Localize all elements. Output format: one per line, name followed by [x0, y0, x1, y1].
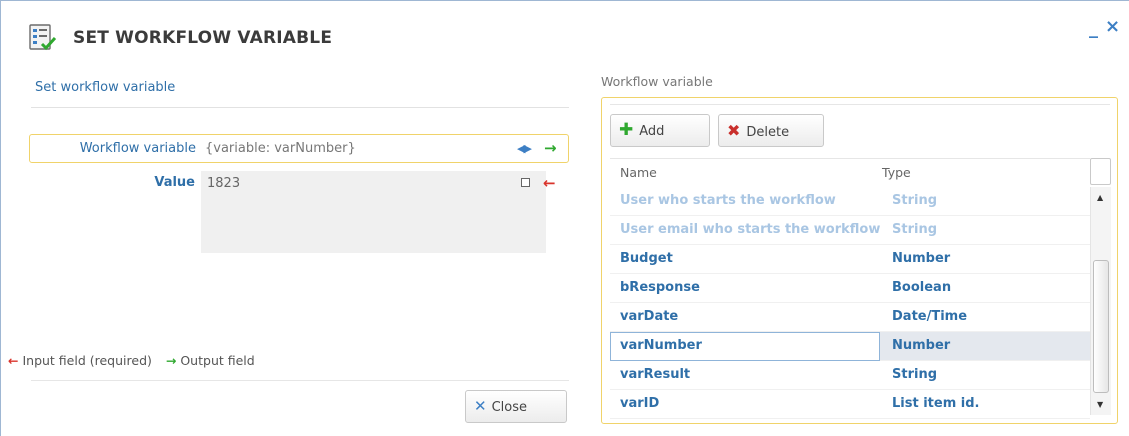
row-type: Number: [892, 251, 951, 266]
close-window-icon[interactable]: ×: [1105, 18, 1120, 36]
value-text: 1823: [207, 176, 241, 191]
value-label: Value: [154, 175, 195, 190]
divider: [610, 104, 1110, 105]
table-row[interactable]: Budget Number: [610, 245, 1090, 274]
workflow-variable-value[interactable]: {variable: varNumber}: [205, 141, 356, 156]
section-heading: Set workflow variable: [35, 80, 176, 95]
field-legend: ← Input field (required) → Output field: [8, 353, 255, 368]
variable-panel-heading: Workflow variable: [601, 74, 713, 89]
row-type: String: [892, 222, 938, 237]
grid-header: Name Type: [610, 158, 1090, 185]
row-type: String: [892, 193, 938, 208]
row-name: varNumber: [620, 338, 702, 353]
input-arrow-icon: ←: [543, 174, 556, 192]
row-name: varID: [620, 396, 660, 411]
green-arrow-right-icon: →: [165, 353, 177, 368]
legend-output-text: Output field: [180, 353, 255, 368]
close-button-label: Close: [491, 400, 527, 415]
plus-icon: ✚: [619, 120, 634, 140]
close-icon: ✕: [474, 397, 487, 415]
row-type: Boolean: [892, 280, 952, 295]
value-checkbox[interactable]: [521, 178, 530, 187]
workflow-variable-row[interactable]: Workflow variable {variable: varNumber} …: [29, 134, 569, 163]
close-button[interactable]: ✕ Close: [465, 390, 567, 423]
variable-list: User who starts the workflow String User…: [610, 187, 1090, 419]
delete-icon: ✖: [727, 121, 741, 140]
workflow-variable-label: Workflow variable: [79, 141, 196, 156]
value-input[interactable]: 1823: [201, 171, 546, 253]
row-type: String: [892, 367, 938, 382]
column-header-type[interactable]: Type: [882, 165, 911, 180]
set-workflow-variable-dialog: SET WORKFLOW VARIABLE _ × Set workflow v…: [0, 0, 1129, 436]
add-button-label: Add: [639, 124, 665, 139]
column-header-name[interactable]: Name: [620, 165, 657, 180]
variable-panel: ✚ Add ✖ Delete Name Type User who starts t…: [601, 97, 1118, 424]
table-row[interactable]: bResponse Boolean: [610, 274, 1090, 303]
row-name: User email who starts the workflow: [620, 222, 881, 237]
row-type: Number: [892, 338, 951, 353]
delete-button-label: Delete: [746, 125, 790, 140]
row-name: User who starts the workflow: [620, 193, 836, 208]
row-type: List item id.: [892, 396, 980, 411]
scroll-down-icon[interactable]: ▼: [1097, 400, 1103, 409]
dialog-title: SET WORKFLOW VARIABLE: [73, 28, 333, 48]
table-row[interactable]: varResult String: [610, 361, 1090, 390]
row-name: varDate: [620, 309, 679, 324]
delete-button[interactable]: ✖ Delete: [718, 114, 824, 147]
table-row[interactable]: varID List item id.: [610, 390, 1090, 419]
add-button[interactable]: ✚ Add: [610, 114, 710, 147]
divider: [31, 107, 569, 108]
grid-header-corner: [1090, 158, 1111, 185]
scroll-up-icon[interactable]: ▲: [1097, 193, 1103, 202]
output-arrow-icon: →: [544, 139, 557, 157]
workflow-form-icon: [29, 24, 57, 51]
table-row[interactable]: User email who starts the workflow Strin…: [610, 216, 1090, 245]
divider: [31, 380, 569, 381]
row-name: Budget: [620, 251, 673, 266]
row-name: bResponse: [620, 280, 700, 295]
row-type: Date/Time: [892, 309, 968, 324]
vertical-scrollbar[interactable]: ▲ ▼: [1090, 187, 1111, 415]
scroll-thumb[interactable]: [1093, 260, 1109, 393]
table-row[interactable]: varDate Date/Time: [610, 303, 1090, 332]
row-name: varResult: [620, 367, 691, 382]
red-arrow-left-icon: ←: [8, 353, 19, 368]
table-row[interactable]: User who starts the workflow String: [610, 187, 1090, 216]
minimize-button[interactable]: _: [1089, 20, 1098, 38]
table-row-selected[interactable]: varNumber Number: [610, 332, 1090, 361]
legend-input-text: Input field (required): [22, 353, 152, 368]
swap-arrows-icon[interactable]: ◀▶: [517, 142, 532, 155]
